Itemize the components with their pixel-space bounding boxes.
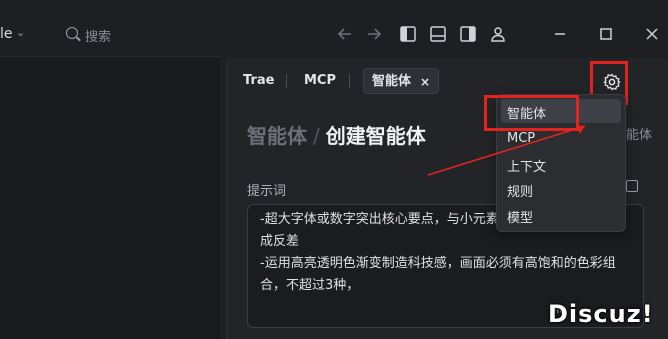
tab-agents-label: 智能体 <box>372 74 412 89</box>
forward-arrow-icon[interactable] <box>365 25 383 43</box>
tab-mcp[interactable]: MCP <box>304 68 336 94</box>
title-bar: le ⌄ 搜索 <box>0 0 668 56</box>
page-title: 智能体 / 创建智能体 <box>247 120 426 149</box>
prompt-label: 提示词 <box>247 184 287 199</box>
search-icon <box>66 27 78 39</box>
toggle-left-sidebar-icon[interactable] <box>399 25 417 43</box>
breadcrumb-current: 创建智能体 <box>325 124 426 148</box>
tab-separator <box>349 74 350 88</box>
search-placeholder: 搜索 <box>85 30 112 45</box>
close-icon[interactable]: × <box>420 69 430 95</box>
tab-separator <box>286 74 287 88</box>
copy-icon[interactable] <box>626 180 638 192</box>
menu-item-models[interactable]: 模型 <box>507 207 533 226</box>
breadcrumb-parent[interactable]: 智能体 <box>247 124 307 148</box>
annotation-arrow <box>427 125 586 176</box>
left-sidebar <box>0 56 220 339</box>
toggle-bottom-panel-icon[interactable] <box>429 25 447 43</box>
tab-trae[interactable]: Trae <box>243 68 274 94</box>
app-name[interactable]: le <box>0 26 13 42</box>
account-icon[interactable] <box>489 25 507 43</box>
tab-agents[interactable]: 智能体 × <box>363 68 439 94</box>
maximize-icon[interactable] <box>597 25 615 43</box>
search-box[interactable]: 搜索 <box>60 22 360 50</box>
back-arrow-icon[interactable] <box>336 25 354 43</box>
minimize-icon[interactable] <box>551 25 569 43</box>
chevron-down-icon[interactable]: ⌄ <box>16 26 25 39</box>
toggle-right-sidebar-icon[interactable] <box>459 25 477 43</box>
close-window-icon[interactable] <box>643 25 661 43</box>
breadcrumb-separator: / <box>313 124 320 148</box>
watermark: Discuz! <box>548 300 654 328</box>
menu-item-rules[interactable]: 规则 <box>507 181 533 200</box>
heading-right-fragment: 能体 <box>626 128 653 143</box>
